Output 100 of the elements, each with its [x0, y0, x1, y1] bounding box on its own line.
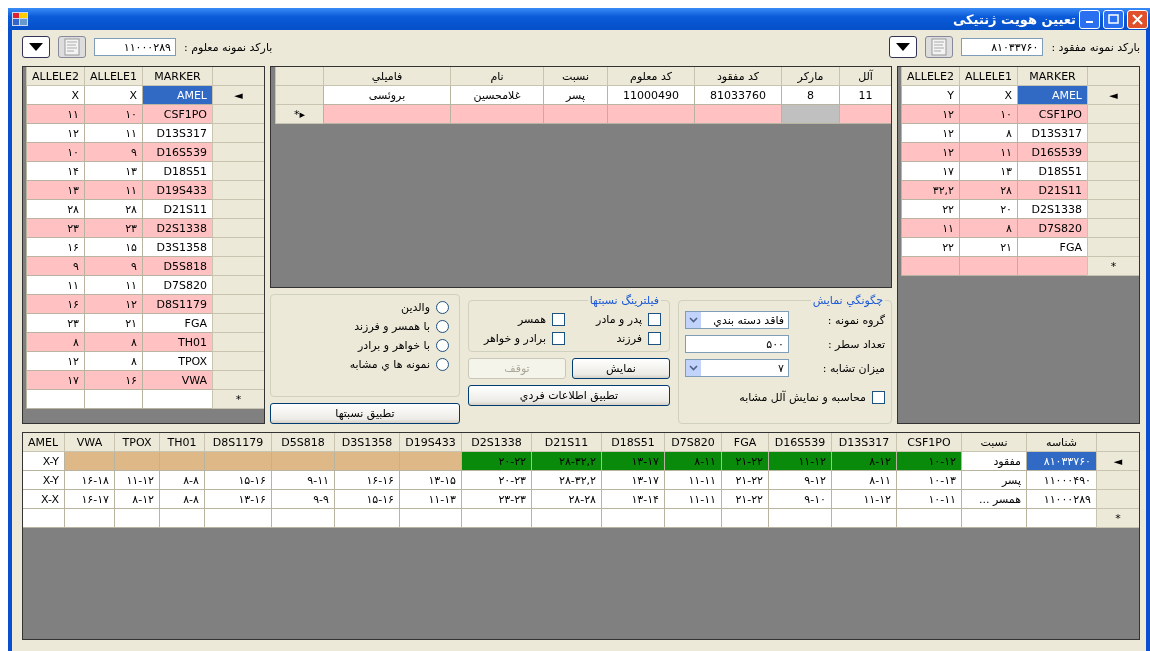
table-cell: ۲۸-۳۲,۲ — [531, 452, 601, 471]
row-header[interactable] — [1087, 181, 1139, 200]
dropdown[interactable]: ۷ — [685, 359, 789, 377]
column-header[interactable]: D2S1338 — [461, 433, 531, 452]
row-header[interactable] — [275, 86, 323, 105]
table-cell: ۸۱۰۳۳۷۶۰ — [1026, 452, 1096, 471]
text-field[interactable]: ۵۰۰ — [685, 335, 789, 353]
row-indicator[interactable]: * — [1087, 257, 1139, 276]
field-label: میزان تشابه : — [822, 361, 885, 375]
column-header[interactable]: نسبت — [543, 67, 607, 86]
dropdown[interactable]: فاقد دسته بندي — [685, 311, 789, 329]
row-header[interactable] — [1087, 219, 1139, 238]
column-header[interactable]: D7S820 — [664, 433, 721, 452]
document-button[interactable] — [925, 36, 954, 58]
checkbox[interactable] — [552, 313, 565, 326]
column-header[interactable]: کد معلوم — [607, 67, 694, 86]
row-header[interactable] — [1087, 143, 1139, 162]
match-relations-button[interactable]: تطبیق نسبتها — [270, 403, 460, 424]
row-header[interactable] — [212, 162, 264, 181]
row-header[interactable] — [1087, 124, 1139, 143]
close-button[interactable] — [1127, 9, 1148, 29]
column-header[interactable]: D8S1179 — [204, 433, 271, 452]
row-header[interactable] — [212, 200, 264, 219]
row-indicator[interactable]: ◄ — [1087, 86, 1139, 105]
table-cell — [26, 390, 84, 409]
row-header[interactable] — [212, 276, 264, 295]
row-header[interactable] — [1087, 200, 1139, 219]
dropdown-button[interactable] — [22, 36, 50, 58]
column-header[interactable]: مارکر — [781, 67, 839, 86]
row-header[interactable] — [1087, 162, 1139, 181]
chevron-down-icon — [686, 360, 701, 376]
action-button[interactable]: تطبیق اطلاعات فردي — [468, 385, 670, 406]
checkbox[interactable] — [552, 332, 565, 345]
row-header[interactable] — [212, 105, 264, 124]
row-header[interactable] — [212, 257, 264, 276]
row-indicator[interactable]: * — [212, 390, 264, 409]
row-header[interactable] — [212, 295, 264, 314]
checkbox[interactable] — [872, 391, 885, 404]
column-header[interactable]: آلل — [839, 67, 891, 86]
column-header[interactable]: کد مفقود — [694, 67, 781, 86]
column-header[interactable]: D21S11 — [531, 433, 601, 452]
column-header[interactable]: ALLELE1 — [84, 67, 142, 86]
row-header[interactable] — [1096, 471, 1139, 490]
barcode-field[interactable]: ۸۱۰۳۳۷۶۰ — [961, 38, 1044, 56]
row-header[interactable] — [1087, 238, 1139, 257]
row-header[interactable] — [212, 333, 264, 352]
column-header[interactable]: TPOX — [114, 433, 159, 452]
barcode-field[interactable]: ۱۱۰۰۰۲۸۹ — [94, 38, 176, 56]
radio-button[interactable] — [436, 339, 449, 352]
column-header[interactable]: MARKER — [1017, 67, 1087, 86]
row-header[interactable] — [1087, 105, 1139, 124]
row-header[interactable] — [212, 314, 264, 333]
table-cell: ۱۶-۱۶ — [334, 471, 399, 490]
column-header[interactable]: D18S51 — [601, 433, 664, 452]
row-header[interactable] — [212, 143, 264, 162]
radio-button[interactable] — [436, 301, 449, 314]
column-header[interactable]: نسبت — [961, 433, 1026, 452]
table-cell: X-X — [23, 490, 64, 509]
column-header[interactable]: ALLELE1 — [959, 67, 1017, 86]
column-header[interactable]: ALLELE2 — [901, 67, 959, 86]
checkbox[interactable] — [648, 332, 661, 345]
row-header[interactable] — [1096, 490, 1139, 509]
column-header[interactable]: AMEL — [23, 433, 64, 452]
row-header[interactable] — [212, 352, 264, 371]
column-header[interactable]: D19S433 — [399, 433, 461, 452]
radio-button[interactable] — [436, 358, 449, 371]
column-header[interactable]: VWA — [64, 433, 114, 452]
column-header[interactable]: D5S818 — [271, 433, 334, 452]
row-indicator[interactable]: ◄ — [212, 86, 264, 105]
header-corner — [1087, 67, 1139, 86]
radio-button[interactable] — [436, 320, 449, 333]
action-button[interactable]: نمایش — [572, 358, 670, 379]
column-header[interactable]: شناسه — [1026, 433, 1096, 452]
dropdown-button[interactable] — [889, 36, 918, 58]
table-cell: ۲۸ — [26, 200, 84, 219]
column-header[interactable]: فاميلي — [323, 67, 450, 86]
column-header[interactable]: D16S539 — [768, 433, 831, 452]
row-header[interactable] — [212, 124, 264, 143]
checkbox[interactable] — [648, 313, 661, 326]
row-header[interactable] — [212, 219, 264, 238]
column-header[interactable]: TH01 — [159, 433, 204, 452]
row-indicator[interactable]: ▸* — [275, 105, 323, 124]
table-cell: ۱۰ — [26, 143, 84, 162]
row-header[interactable] — [212, 181, 264, 200]
document-button[interactable] — [58, 36, 86, 58]
table-cell: ۱۱ — [84, 181, 142, 200]
row-indicator[interactable]: * — [1096, 509, 1139, 528]
column-header[interactable]: ALLELE2 — [26, 67, 84, 86]
minimize-button[interactable] — [1079, 9, 1100, 29]
column-header[interactable]: D3S1358 — [334, 433, 399, 452]
row-header[interactable] — [212, 371, 264, 390]
column-header[interactable]: D13S317 — [831, 433, 896, 452]
row-header[interactable] — [212, 238, 264, 257]
maximize-button[interactable] — [1103, 9, 1124, 29]
column-header[interactable]: MARKER — [142, 67, 212, 86]
row-indicator[interactable]: ◄ — [1096, 452, 1139, 471]
column-header[interactable]: FGA — [721, 433, 768, 452]
column-header[interactable]: CSF1PO — [896, 433, 961, 452]
table-cell: ۸ — [84, 352, 142, 371]
column-header[interactable]: نام — [450, 67, 543, 86]
